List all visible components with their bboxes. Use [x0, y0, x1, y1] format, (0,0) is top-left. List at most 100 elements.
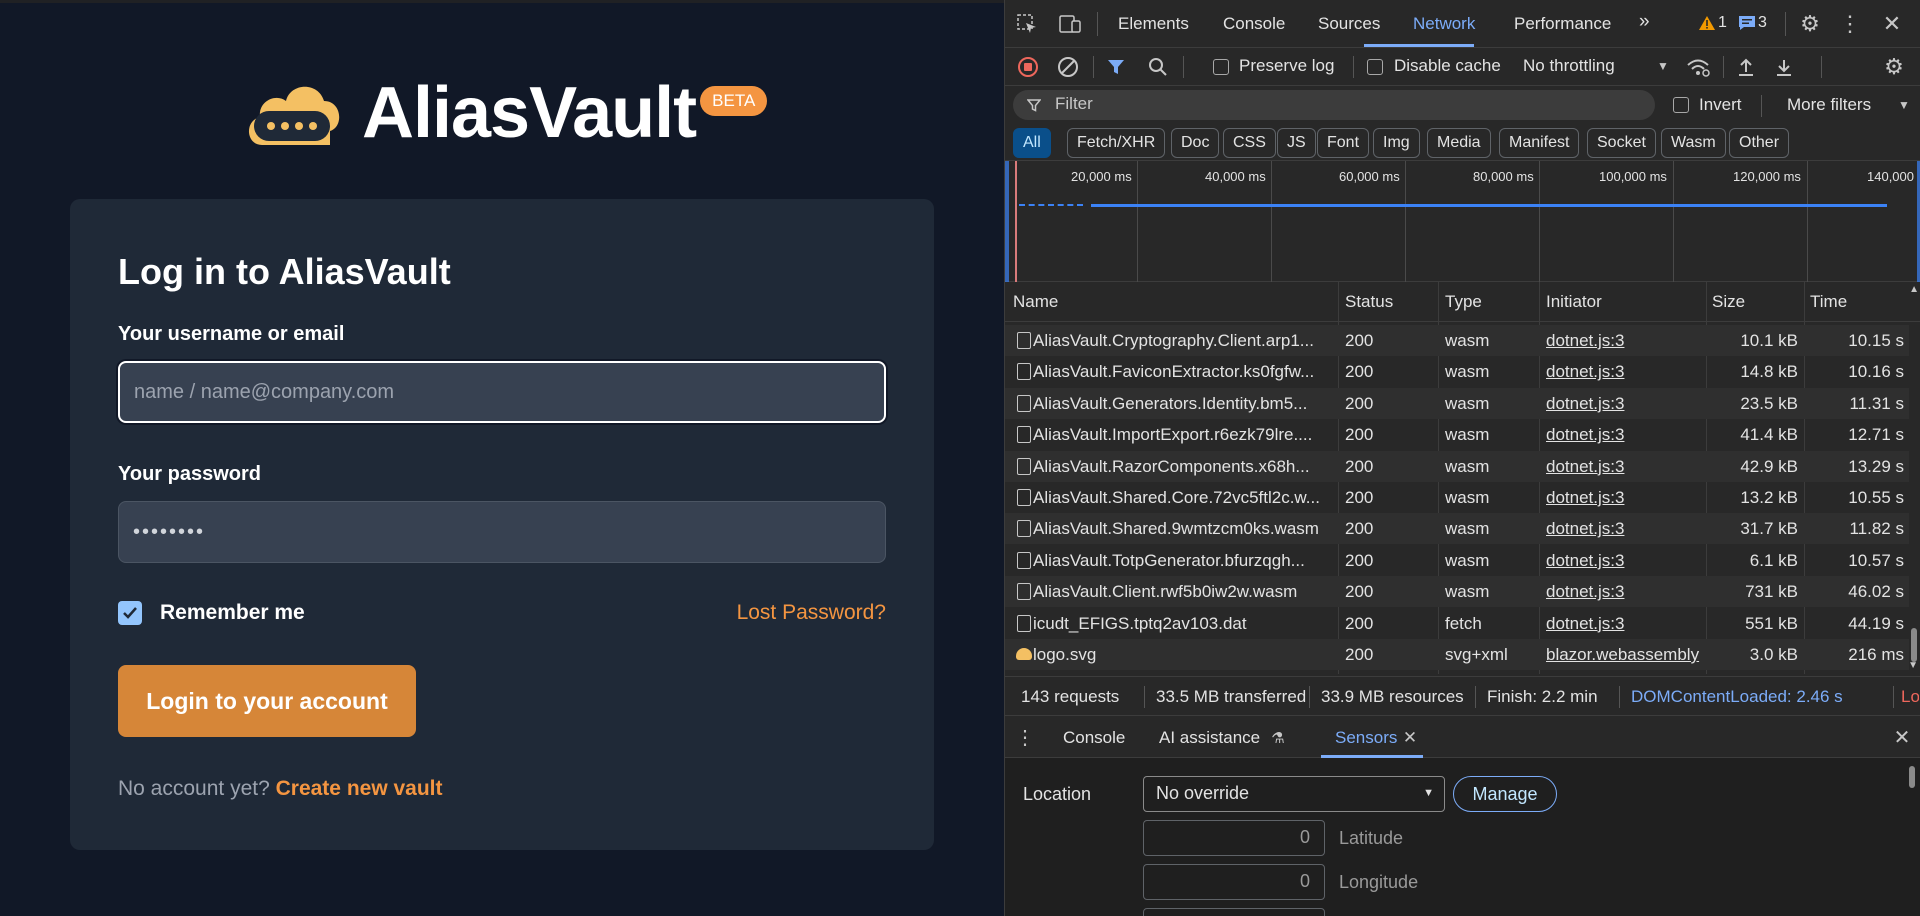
scroll-down-arrow-icon[interactable]: ▼ [1908, 660, 1918, 671]
disable-cache-checkbox[interactable] [1367, 59, 1383, 75]
manage-button[interactable]: Manage [1453, 776, 1557, 812]
timeline-overview[interactable]: 20,000 ms 40,000 ms 60,000 ms 80,000 ms … [1005, 160, 1920, 282]
cell-initiator[interactable]: dotnet.js:3 [1546, 425, 1702, 445]
request-row[interactable]: AliasVault.Generators.Identity.bm5... 200… [1005, 387, 1909, 419]
record-stop-icon[interactable] [1017, 56, 1039, 78]
invert-checkbox[interactable] [1673, 97, 1689, 113]
import-har-icon[interactable] [1735, 56, 1757, 78]
column-name[interactable]: Name [1013, 292, 1058, 312]
table-scrollbar-thumb[interactable] [1911, 628, 1917, 662]
lost-password-link[interactable]: Lost Password? [737, 601, 886, 625]
request-row[interactable]: logo.svg 200 svg+xml blazor.webassembly 3.0 … [1005, 639, 1909, 670]
warnings-count[interactable]: 1 [1718, 14, 1727, 32]
filter-chip-all[interactable]: All [1013, 128, 1051, 158]
export-har-icon[interactable] [1773, 56, 1795, 78]
network-conditions-icon[interactable] [1685, 56, 1711, 78]
scroll-up-arrow-icon[interactable]: ▲ [1909, 284, 1919, 295]
search-icon[interactable] [1147, 56, 1169, 78]
disable-cache-label[interactable]: Disable cache [1394, 56, 1501, 76]
cell-initiator[interactable]: dotnet.js:3 [1546, 614, 1702, 634]
filter-chip-css[interactable]: CSS [1223, 128, 1276, 158]
longitude-input[interactable]: 0 [1143, 864, 1325, 900]
chevron-double-right-icon[interactable]: » [1639, 11, 1650, 33]
kebab-menu-icon[interactable]: ⋮ [1839, 11, 1861, 37]
filter-chip-manifest[interactable]: Manifest [1499, 128, 1580, 158]
load-time-truncated: Lo [1901, 687, 1919, 706]
clear-icon[interactable] [1057, 56, 1079, 78]
request-row[interactable]: AliasVault.RazorComponents.x68h... 200 was… [1005, 450, 1909, 482]
preserve-log-checkbox[interactable] [1213, 59, 1229, 75]
close-icon[interactable]: ✕ [1881, 11, 1903, 37]
filter-funnel-icon[interactable] [1105, 56, 1127, 78]
tab-network[interactable]: Network [1413, 14, 1475, 34]
column-status[interactable]: Status [1345, 292, 1393, 312]
cell-initiator[interactable]: dotnet.js:3 [1546, 331, 1702, 351]
cell-initiator[interactable]: dotnet.js:3 [1546, 457, 1702, 477]
close-tab-icon[interactable]: ✕ [1402, 727, 1418, 749]
request-row[interactable]: AliasVault.Shared.Core.72vc5ftl2c.w... 20… [1005, 482, 1909, 513]
filter-chip-js[interactable]: JS [1277, 128, 1316, 158]
preserve-log-label[interactable]: Preserve log [1239, 56, 1334, 76]
network-settings-gear-icon[interactable]: ⚙ [1881, 54, 1907, 80]
filter-chip-font[interactable]: Font [1317, 128, 1370, 158]
tab-console[interactable]: Console [1223, 14, 1285, 34]
dropdown-arrow-icon[interactable]: ▼ [1897, 96, 1911, 114]
cell-initiator[interactable]: dotnet.js:3 [1546, 582, 1702, 602]
close-drawer-icon[interactable]: ✕ [1891, 726, 1913, 749]
drawer-tab-console[interactable]: Console [1063, 728, 1125, 748]
warning-icon[interactable] [1697, 13, 1717, 33]
tab-elements[interactable]: Elements [1118, 14, 1189, 34]
username-input[interactable] [118, 361, 886, 423]
request-row[interactable]: AliasVault.Cryptography.Client.arp1... 20… [1005, 325, 1909, 356]
filter-chip-wasm[interactable]: Wasm [1661, 128, 1726, 158]
filter-chip-socket[interactable]: Socket [1587, 128, 1656, 158]
column-size[interactable]: Size [1712, 292, 1745, 312]
column-initiator[interactable]: Initiator [1546, 292, 1602, 312]
cell-initiator[interactable]: dotnet.js:3 [1546, 394, 1702, 414]
column-type[interactable]: Type [1445, 292, 1482, 312]
cell-initiator[interactable]: dotnet.js:3 [1546, 519, 1702, 539]
latitude-input[interactable]: 0 [1143, 820, 1325, 856]
request-row[interactable]: AliasVault.ImportExport.r6ezk79lre.... 20… [1005, 419, 1909, 450]
remember-me-label[interactable]: Remember me [160, 601, 305, 625]
filter-input[interactable]: Filter [1013, 90, 1655, 120]
remember-me-checkbox[interactable] [118, 601, 142, 625]
cell-initiator[interactable]: dotnet.js:3 [1546, 551, 1702, 571]
next-input-partial[interactable] [1143, 908, 1325, 916]
invert-label[interactable]: Invert [1699, 95, 1742, 115]
password-input[interactable]: •••••••• [118, 501, 886, 563]
location-select[interactable]: No override ▼ [1143, 776, 1445, 812]
dropdown-arrow-icon[interactable]: ▼ [1655, 56, 1671, 76]
drawer-menu-icon[interactable]: ⋮ [1015, 726, 1035, 749]
cell-type: wasm [1445, 425, 1490, 445]
filter-chip-doc[interactable]: Doc [1171, 128, 1220, 158]
request-row[interactable]: AliasVault.Shared.9wmtzcm0ks.wasm 200 wasm… [1005, 513, 1909, 545]
tab-sources[interactable]: Sources [1318, 14, 1380, 34]
more-filters-button[interactable]: More filters [1787, 95, 1871, 115]
throttling-select[interactable]: No throttling [1523, 56, 1615, 76]
settings-gear-icon[interactable]: ⚙ [1797, 11, 1823, 37]
drawer-tab-sensors[interactable]: Sensors [1335, 728, 1397, 748]
messages-count[interactable]: 3 [1758, 14, 1767, 32]
sensors-scrollbar-thumb[interactable] [1909, 766, 1915, 788]
filter-chip-fetch-xhr[interactable]: Fetch/XHR [1067, 128, 1166, 158]
message-icon[interactable] [1737, 13, 1757, 33]
filter-chip-media[interactable]: Media [1427, 128, 1491, 158]
cell-initiator[interactable]: dotnet.js:3 [1546, 488, 1702, 508]
device-toolbar-icon[interactable] [1057, 12, 1083, 36]
login-button[interactable]: Login to your account [118, 665, 416, 737]
column-time[interactable]: Time [1810, 292, 1847, 312]
request-row[interactable]: AliasVault.FaviconExtractor.ks0fgfw... 20… [1005, 356, 1909, 387]
tab-performance[interactable]: Performance [1514, 14, 1611, 34]
request-row[interactable]: icudt_EFIGS.tptq2av103.dat 200 fetch dotnet… [1005, 608, 1909, 639]
drawer-tab-ai-assistance[interactable]: AI assistance [1159, 728, 1260, 748]
timeline-left-handle[interactable] [1005, 161, 1009, 282]
request-row[interactable]: AliasVault.TotpGenerator.bfurzqgh... 200 w… [1005, 545, 1909, 576]
request-row[interactable]: AliasVault.Client.rwf5b0iw2w.wasm 200 wasm… [1005, 576, 1909, 608]
cell-initiator[interactable]: dotnet.js:3 [1546, 362, 1702, 382]
inspect-element-icon[interactable] [1015, 12, 1039, 36]
filter-chip-other[interactable]: Other [1729, 128, 1790, 158]
filter-chip-img[interactable]: Img [1373, 128, 1420, 158]
create-vault-link[interactable]: Create new vault [276, 777, 443, 800]
cell-initiator[interactable]: blazor.webassembly [1546, 645, 1702, 665]
